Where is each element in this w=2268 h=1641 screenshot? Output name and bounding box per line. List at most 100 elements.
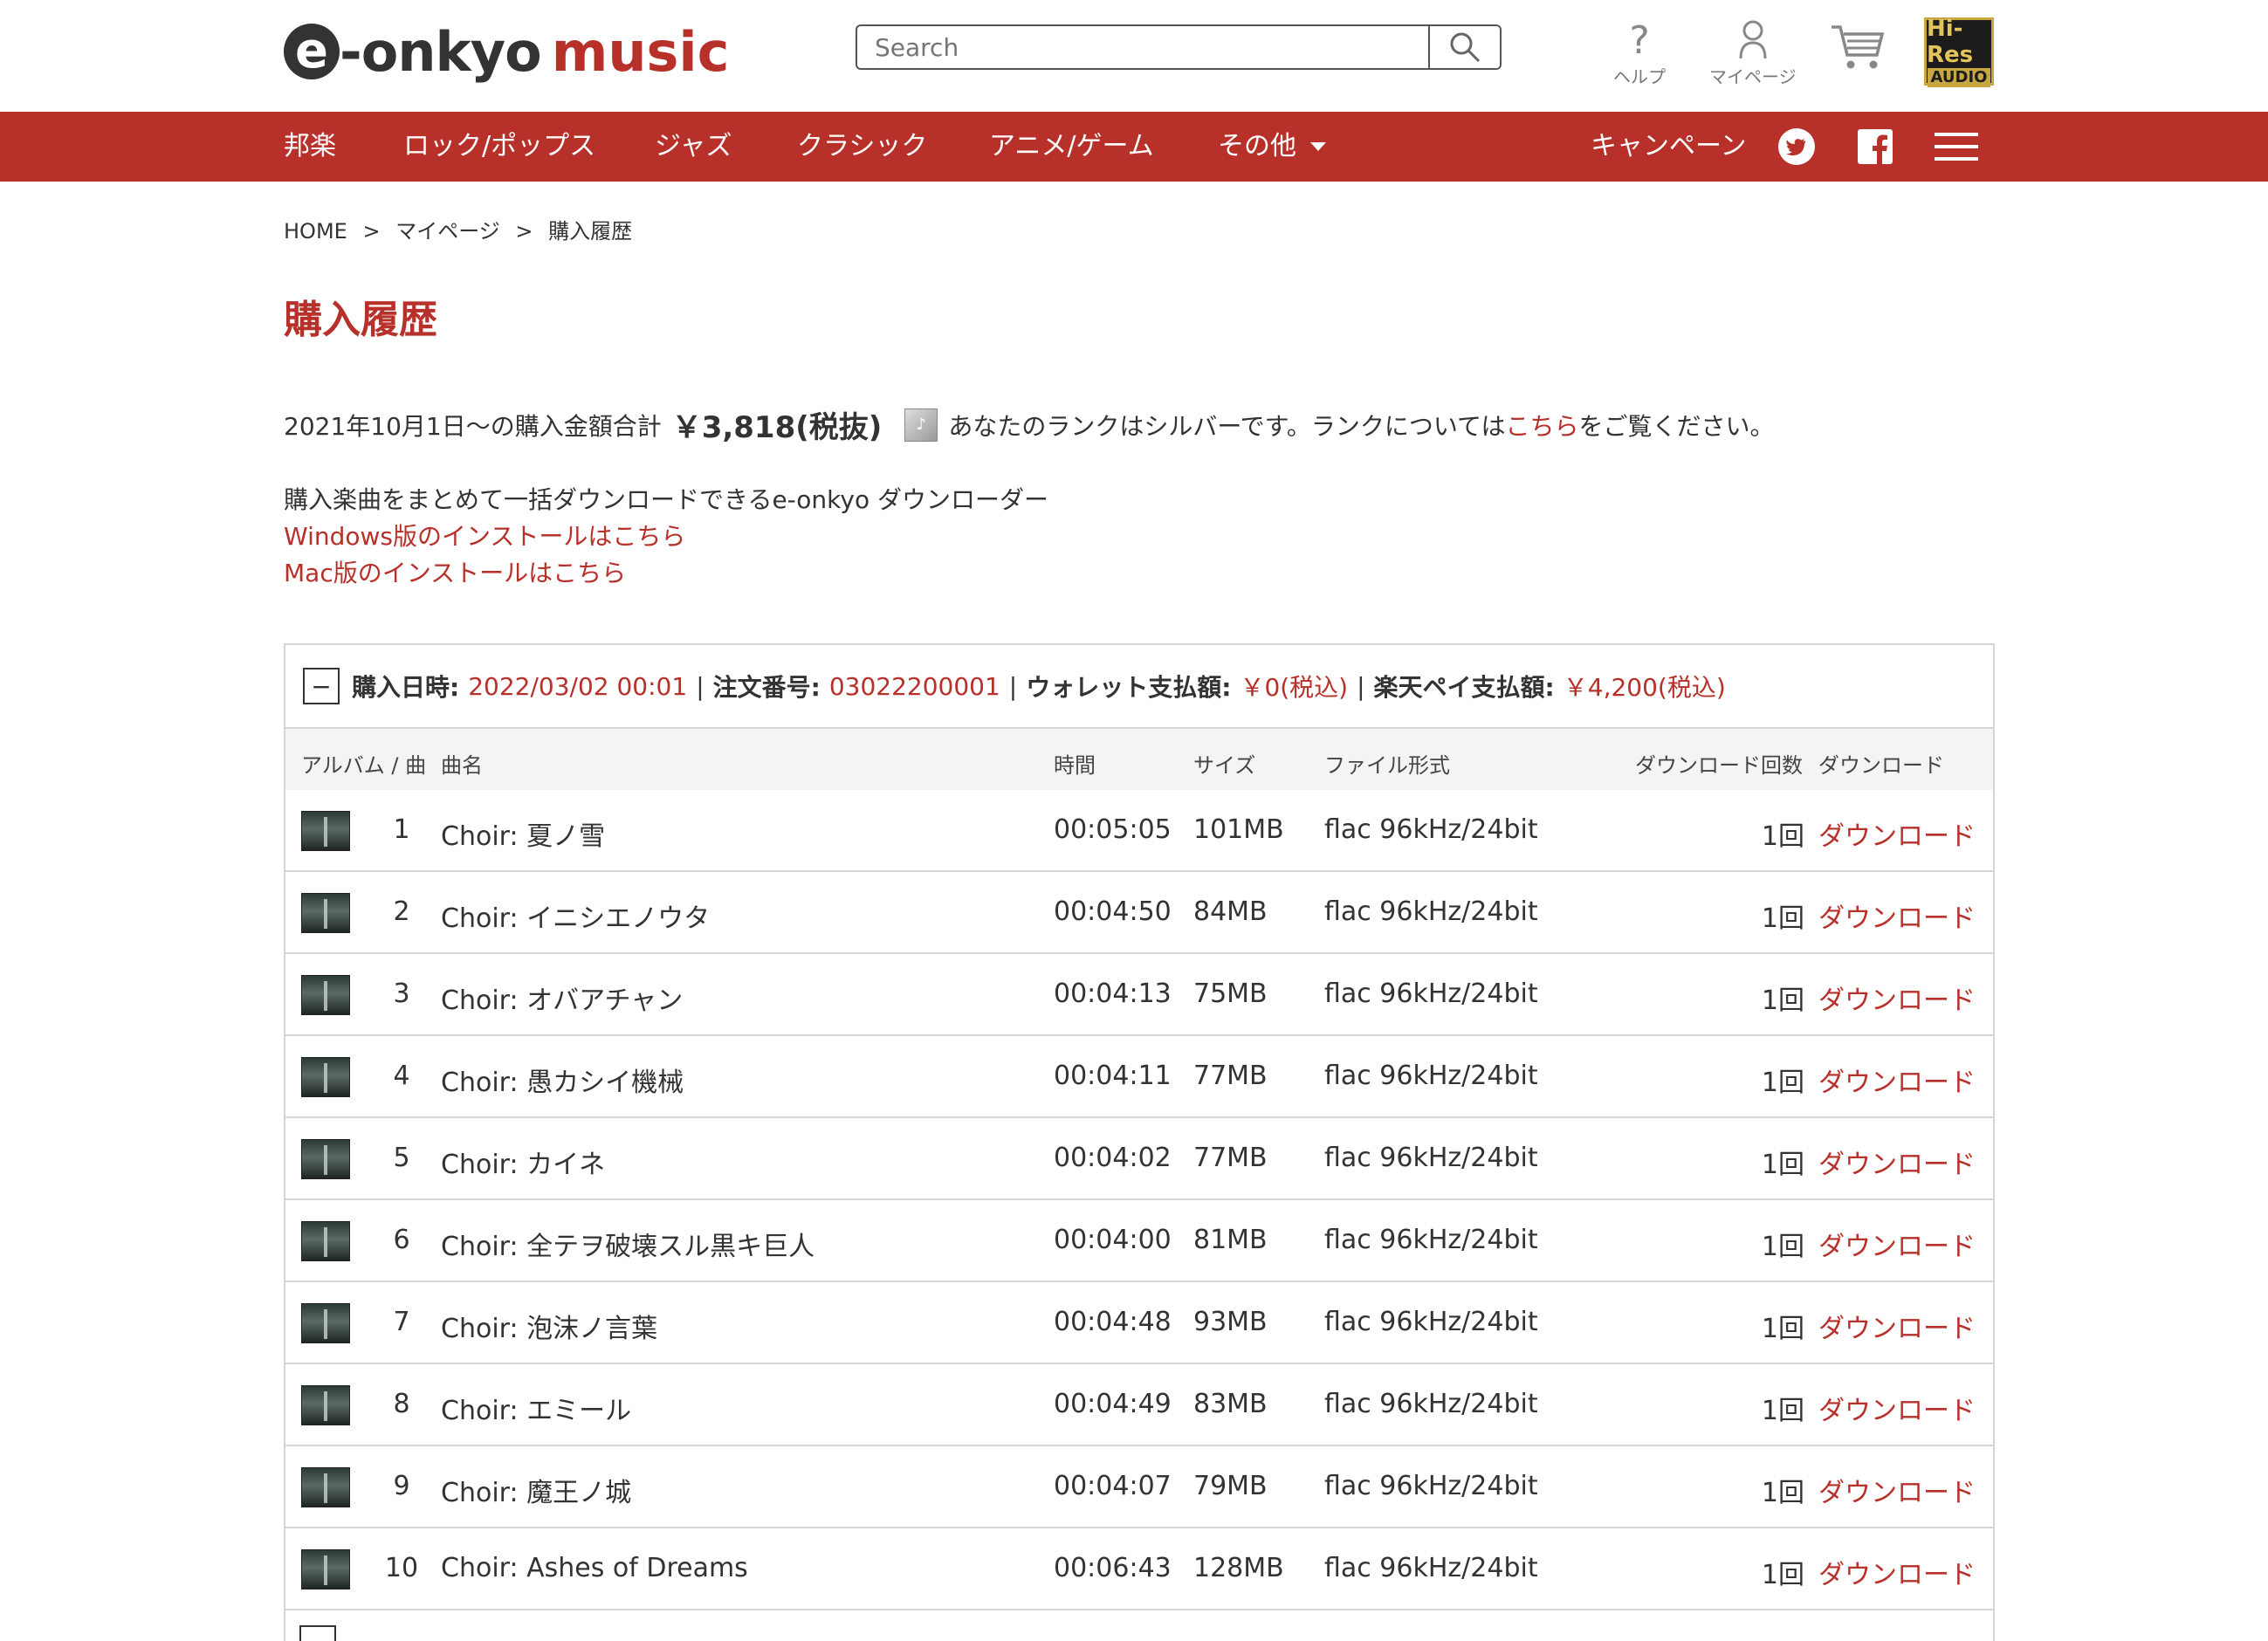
breadcrumb-current: 購入履歴	[548, 219, 633, 244]
main-nav: 邦楽 ロック/ポップス ジャズ クラシック アニメ/ゲーム その他 キャンペーン	[0, 112, 2268, 182]
table-row: 10 Choir: Ashes of Dreams 00:06:43 128MB fla…	[285, 1528, 1993, 1610]
hamburger-menu-icon[interactable]	[1935, 127, 1978, 166]
logo-e-mark: e	[284, 24, 340, 79]
question-icon: ?	[1625, 17, 1654, 63]
downloader-description: 購入楽曲をまとめて一括ダウンロードできるe-onkyo ダウンローダー	[284, 485, 1048, 514]
twitter-icon[interactable]	[1777, 127, 1816, 166]
cart-link[interactable]	[1830, 24, 1886, 70]
track-format: flac 96kHz/24bit	[1324, 896, 1538, 927]
hires-audio-logo[interactable]: Hi-Res AUDIO	[1924, 16, 1994, 87]
search-input[interactable]	[857, 26, 1428, 68]
album-thumbnail[interactable]	[301, 1221, 350, 1261]
nav-item-rock-pops[interactable]: ロック/ポップス	[403, 112, 595, 182]
nav-item-hogaku[interactable]: 邦楽	[284, 112, 336, 182]
track-time: 00:04:07	[1054, 1471, 1172, 1501]
track-download-count: 1回	[1761, 1068, 1804, 1098]
facebook-icon[interactable]	[1856, 127, 1894, 166]
col-time: 時間	[1054, 753, 1096, 778]
track-number: 9	[393, 1471, 410, 1501]
track-number: 1	[393, 814, 410, 845]
windows-install-link[interactable]: Windows版のインストールはこちら	[284, 518, 1995, 555]
breadcrumb-mypage[interactable]: マイページ	[395, 219, 500, 244]
hires-logo-bottom: AUDIO	[1927, 68, 1991, 87]
download-link[interactable]: ダウンロード	[1818, 1553, 1976, 1591]
track-title: Choir: Ashes of Dreams	[441, 1553, 748, 1583]
chevron-down-icon	[1310, 142, 1326, 151]
track-download-count: 1回	[1761, 903, 1804, 934]
album-thumbnail[interactable]	[301, 893, 350, 933]
track-number: 10	[384, 1553, 419, 1583]
track-title: Choir: 魔王ノ城	[441, 1478, 632, 1508]
track-format: flac 96kHz/24bit	[1324, 1553, 1538, 1583]
nav-item-jazz[interactable]: ジャズ	[655, 112, 732, 182]
track-download-count: 1回	[1761, 1314, 1804, 1344]
track-number: 2	[393, 896, 410, 927]
wallet-payment-label: ウォレット支払額:	[1026, 673, 1232, 702]
album-thumbnail[interactable]	[301, 975, 350, 1015]
mypage-link[interactable]: マイページ	[1709, 17, 1797, 88]
track-time: 00:04:50	[1054, 896, 1172, 927]
col-download: ダウンロード	[1818, 753, 1944, 778]
breadcrumb-home[interactable]: HOME	[284, 219, 347, 244]
track-download-count: 1回	[1761, 1232, 1804, 1262]
download-link[interactable]: ダウンロード	[1818, 1307, 1976, 1345]
download-link[interactable]: ダウンロード	[1818, 1471, 1976, 1509]
order-header-separator: |	[1357, 671, 1365, 701]
track-number: 8	[393, 1389, 410, 1419]
collapse-toggle[interactable]: −	[303, 668, 340, 704]
logo-onkyo-text: -onkyo	[340, 19, 542, 84]
breadcrumb: HOME > マイページ > 購入履歴	[284, 214, 1995, 244]
track-time: 00:04:02	[1054, 1143, 1172, 1173]
album-thumbnail[interactable]	[301, 1139, 350, 1179]
search-button[interactable]	[1428, 26, 1500, 68]
table-row: 1 Choir: 夏ノ雪 00:05:05 101MB flac 96kHz/24bit…	[285, 790, 1993, 872]
col-title: 曲名	[441, 753, 483, 778]
download-link[interactable]: ダウンロード	[1818, 978, 1976, 1017]
download-link[interactable]: ダウンロード	[1818, 1225, 1976, 1263]
nav-item-anime-game[interactable]: アニメ/ゲーム	[989, 112, 1154, 182]
next-order-collapse-toggle[interactable]	[299, 1625, 336, 1641]
track-title: Choir: 全テヲ破壊スル黒キ巨人	[441, 1232, 815, 1262]
track-format: flac 96kHz/24bit	[1324, 978, 1538, 1009]
table-row: 6 Choir: 全テヲ破壊スル黒キ巨人 00:04:00 81MB flac 96kH…	[285, 1200, 1993, 1282]
svg-text:?: ?	[1629, 18, 1649, 62]
album-thumbnail[interactable]	[301, 1467, 350, 1507]
track-download-count: 1回	[1761, 1150, 1804, 1180]
track-number: 5	[393, 1143, 410, 1173]
table-row: 7 Choir: 泡沫ノ言葉 00:04:48 93MB flac 96kHz/24bi…	[285, 1282, 1993, 1364]
logo-music-text: music	[551, 19, 730, 84]
album-thumbnail[interactable]	[301, 1303, 350, 1343]
order-header-separator: |	[696, 671, 704, 701]
track-format: flac 96kHz/24bit	[1324, 1061, 1538, 1091]
table-row: 9 Choir: 魔王ノ城 00:04:07 79MB flac 96kHz/24bit…	[285, 1446, 1993, 1528]
album-thumbnail[interactable]	[301, 1385, 350, 1425]
track-download-count: 1回	[1761, 821, 1804, 852]
track-format: flac 96kHz/24bit	[1324, 814, 1538, 845]
user-icon	[1735, 17, 1770, 63]
nav-item-classic[interactable]: クラシック	[797, 112, 927, 182]
track-size: 77MB	[1193, 1061, 1268, 1091]
track-size: 93MB	[1193, 1307, 1268, 1337]
order-number-value: 03022200001	[828, 671, 1000, 701]
mac-install-link[interactable]: Mac版のインストールはこちら	[284, 555, 1995, 592]
table-header: アルバム / 曲 曲名 時間 サイズ ファイル形式 ダウンロード回数 ダウンロー…	[285, 729, 1993, 790]
nav-item-campaign[interactable]: キャンペーン	[1591, 112, 1747, 182]
track-size: 101MB	[1193, 814, 1284, 845]
download-link[interactable]: ダウンロード	[1818, 1061, 1976, 1099]
col-format: ファイル形式	[1324, 753, 1450, 778]
album-thumbnail[interactable]	[301, 1057, 350, 1097]
track-size: 79MB	[1193, 1471, 1268, 1501]
rakuten-payment-value: ￥4,200(税込)	[1563, 673, 1726, 702]
download-link[interactable]: ダウンロード	[1818, 1389, 1976, 1427]
nav-item-other[interactable]: その他	[1218, 112, 1328, 182]
album-thumbnail[interactable]	[301, 1549, 350, 1590]
download-link[interactable]: ダウンロード	[1818, 1143, 1976, 1181]
site-logo[interactable]: e -onkyo music	[284, 19, 730, 84]
download-link[interactable]: ダウンロード	[1818, 896, 1976, 935]
help-link[interactable]: ? ヘルプ	[1613, 17, 1666, 88]
download-link[interactable]: ダウンロード	[1818, 814, 1976, 853]
track-download-count: 1回	[1761, 985, 1804, 1016]
rank-text-end: をご覧ください。	[1578, 411, 1775, 441]
album-thumbnail[interactable]	[301, 811, 350, 851]
rank-info-link[interactable]: こちら	[1505, 408, 1578, 443]
